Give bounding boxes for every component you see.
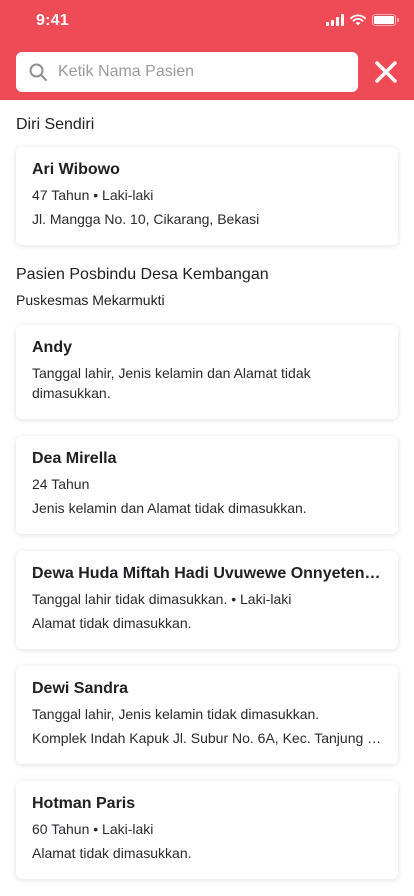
patient-address: Komplek Indah Kapuk Jl. Subur No. 6A, Ke… [32,730,382,746]
patient-name: Dea Mirella [32,450,117,467]
patient-name: Ari Wibowo [32,161,120,178]
patient-info: 47 Tahun • Laki-laki [32,187,154,203]
group-section-subtitle: Puskesmas Mekarmukti [16,292,165,308]
close-button[interactable] [370,56,402,88]
group-section-title: Pasien Posbindu Desa Kembangan [16,266,269,283]
patient-card[interactable]: Andy Tanggal lahir, Jenis kelamin dan Al… [16,325,398,419]
patient-name: Dewi Sandra [32,680,129,697]
search-row [16,52,402,92]
status-bar: 9:41 [0,0,414,44]
patient-address: Alamat tidak dimasukkan. [32,845,192,861]
patient-address: Alamat tidak dimasukkan. [32,615,192,631]
patient-name: Andy [32,339,72,356]
close-icon [375,61,397,83]
patient-card[interactable]: Dewi Sandra Tanggal lahir, Jenis kelamin… [16,666,398,764]
self-patient-card[interactable]: Ari Wibowo 47 Tahun • Laki-laki Jl. Mang… [16,147,398,245]
patient-card[interactable]: Hotman Paris 60 Tahun • Laki-laki Alamat… [16,781,398,879]
patient-card[interactable]: Dea Mirella 24 Tahun Jenis kelamin dan A… [16,436,398,534]
patient-address: Jl. Mangga No. 10, Cikarang, Bekasi [32,211,260,227]
patient-info: Tanggal lahir tidak dimasukkan. • Laki-l… [32,591,292,607]
patient-card[interactable]: Dewa Huda Miftah Hadi Uvuwewe Onnyetenye… [16,551,398,649]
patient-info: Tanggal lahir, Jenis kelamin dan Alamat … [32,365,311,401]
wifi-icon [350,14,366,26]
status-icons [326,14,399,26]
search-input[interactable] [58,63,338,81]
battery-icon [372,14,399,26]
app-header: 9:41 [0,0,414,100]
search-icon [29,63,47,81]
status-time: 9:41 [36,12,69,29]
cellular-signal-icon [326,14,344,26]
self-section-title: Diri Sendiri [16,116,95,133]
patient-info: Tanggal lahir, Jenis kelamin tidak dimas… [32,706,320,722]
patient-info: 60 Tahun • Laki-laki [32,821,154,837]
patient-address: Jenis kelamin dan Alamat tidak dimasukka… [32,500,307,516]
search-box[interactable] [16,52,358,92]
patient-list: Diri Sendiri Ari Wibowo 47 Tahun • Laki-… [0,100,414,896]
patient-name: Hotman Paris [32,795,136,812]
patient-name: Dewa Huda Miftah Hadi Uvuwewe Onnyetenye… [32,565,382,582]
patient-info: 24 Tahun [32,476,90,492]
